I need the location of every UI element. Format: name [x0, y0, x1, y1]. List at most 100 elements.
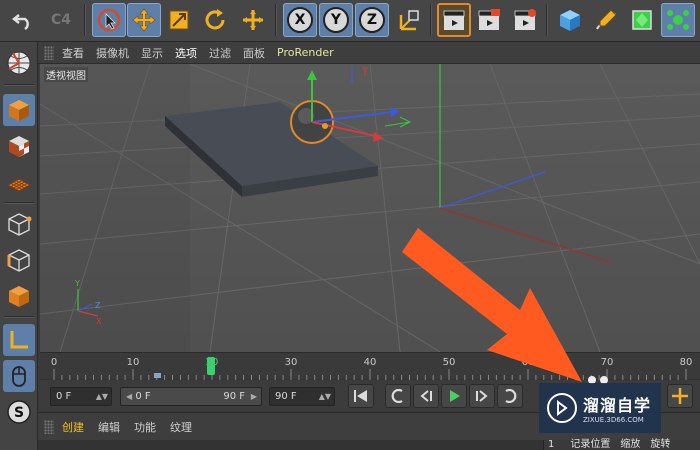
workplane-mode-button[interactable]	[3, 166, 35, 198]
go-to-start-icon	[354, 390, 367, 402]
svg-text:Y: Y	[74, 279, 80, 288]
timeline-ticks	[40, 369, 700, 381]
pen-spline-button[interactable]	[589, 3, 623, 37]
live-selection-button[interactable]	[92, 3, 126, 37]
points-mode-button[interactable]	[3, 208, 35, 240]
frame-range-slider[interactable]: ◀ 0 F 90 F ▶	[120, 387, 262, 406]
tab-scale[interactable]: 缩放	[620, 440, 640, 450]
tab-rotate[interactable]: 旋转	[650, 440, 670, 450]
next-keyframe-button[interactable]	[497, 384, 523, 408]
previous-frame-button[interactable]	[413, 384, 439, 408]
grip-handle[interactable]	[44, 45, 54, 60]
range-left-arrow-icon[interactable]: ◀	[126, 392, 132, 401]
snapping-button[interactable]: S	[3, 396, 35, 428]
menu-edit[interactable]: 编辑	[98, 419, 120, 435]
grip-handle[interactable]	[44, 419, 54, 434]
left-separator	[4, 202, 34, 204]
clapper-picture-icon	[478, 9, 500, 30]
cloner-button[interactable]	[661, 3, 695, 37]
cube-icon	[560, 10, 580, 31]
menu-view[interactable]: 查看	[62, 45, 84, 61]
move-button[interactable]	[127, 3, 161, 37]
polygons-cube-icon	[9, 286, 29, 307]
mouse-icon	[12, 366, 26, 387]
previous-keyframe-button[interactable]	[385, 384, 411, 408]
menu-function[interactable]: 功能	[134, 419, 156, 435]
subdivision-icon	[632, 10, 652, 30]
cube-button[interactable]	[553, 3, 587, 37]
render-view-button[interactable]	[437, 3, 471, 37]
grid-plane-icon	[6, 178, 32, 192]
model-mode-button[interactable]	[3, 94, 35, 126]
y-axis-lock-button[interactable]: Y	[319, 3, 353, 37]
recent-tools-button[interactable]	[236, 3, 270, 37]
axis-mode-button[interactable]	[3, 324, 35, 356]
start-frame-value: 0 F	[56, 391, 72, 402]
svg-text:S: S	[14, 405, 24, 421]
go-to-start-button[interactable]	[348, 384, 374, 408]
render-settings-button[interactable]	[508, 3, 542, 37]
end-frame-field[interactable]: 90 F ▲▼	[269, 387, 335, 406]
points-cube-icon	[8, 213, 32, 236]
keyframe-marker[interactable]	[154, 373, 161, 378]
z-axis-lock-button[interactable]: Z	[355, 3, 389, 37]
render-to-picture-viewer-button[interactable]	[472, 3, 506, 37]
menu-create[interactable]: 创建	[62, 419, 84, 435]
menu-cameras[interactable]: 摄像机	[96, 45, 129, 61]
x-axis-lock-button[interactable]: X	[283, 3, 317, 37]
previous-frame-icon	[420, 390, 432, 402]
spinner-icon[interactable]: ▲▼	[319, 388, 331, 405]
tab-record-position[interactable]: 记录位置	[570, 440, 610, 450]
rotate-button[interactable]	[198, 3, 232, 37]
move-icon	[132, 8, 156, 32]
top-toolbar: C4 X Y Z	[0, 0, 700, 42]
globe-icon	[7, 51, 31, 75]
texture-mode-button[interactable]	[3, 130, 35, 162]
move-record-icon	[672, 388, 688, 404]
menu-options[interactable]: 选项	[175, 45, 197, 61]
watermark: 溜溜自学 ZIXUE.3D66.COM	[539, 383, 661, 433]
clapper-gear-icon	[514, 9, 536, 30]
record-position-button[interactable]	[667, 384, 693, 408]
menu-filter[interactable]: 过滤	[209, 45, 231, 61]
redo-button[interactable]: C4	[44, 3, 78, 37]
play-button[interactable]	[441, 384, 467, 408]
timeline-ruler[interactable]: 01020304050607080	[40, 352, 700, 381]
cinema4d-app: C4 X Y Z S 查看 摄像机 显示 选项 过滤 面板 ProRender …	[0, 0, 700, 450]
undo-button[interactable]	[6, 3, 40, 37]
menu-panel[interactable]: 面板	[243, 45, 265, 61]
viewport-label: 透视视图	[44, 67, 88, 82]
scale-button[interactable]	[162, 3, 196, 37]
polygons-mode-button[interactable]	[3, 280, 35, 312]
pen-icon	[596, 9, 617, 30]
menu-display[interactable]: 显示	[141, 45, 163, 61]
sphere-object-button[interactable]	[3, 47, 35, 79]
perspective-viewport[interactable]: Y Z X 透视视图	[40, 64, 700, 352]
next-frame-button[interactable]	[469, 384, 495, 408]
current-frame-marker[interactable]	[207, 357, 215, 375]
start-frame-field[interactable]: 0 F ▲▼	[50, 387, 112, 406]
menu-texture[interactable]: 纹理	[170, 419, 192, 435]
tweak-mode-button[interactable]	[3, 360, 35, 392]
scale-icon	[169, 10, 189, 30]
move-plus-icon	[243, 10, 263, 30]
range-right-arrow-icon[interactable]: ▶	[251, 388, 257, 405]
coord-partial-value: 1	[548, 439, 555, 450]
edges-mode-button[interactable]	[3, 244, 35, 276]
play-icon	[450, 390, 460, 402]
toolbar-separator	[275, 4, 277, 36]
spinner-icon[interactable]: ▲▼	[96, 388, 108, 405]
menu-prorender[interactable]: ProRender	[277, 46, 334, 59]
world-z-axis	[439, 171, 546, 209]
subdivision-surface-button[interactable]	[625, 3, 659, 37]
end-frame-value: 90 F	[275, 391, 297, 402]
watermark-title: 溜溜自学	[583, 396, 652, 415]
redo-icon: C4	[50, 12, 71, 28]
cloner-icon	[667, 10, 689, 30]
y-axis-icon: Y	[323, 7, 349, 33]
coordinate-system-button[interactable]	[392, 3, 426, 37]
svg-text:Z: Z	[95, 301, 101, 310]
left-separator	[4, 316, 34, 318]
svg-text:X: X	[96, 317, 102, 326]
range-end-value: 90 F	[223, 391, 245, 402]
